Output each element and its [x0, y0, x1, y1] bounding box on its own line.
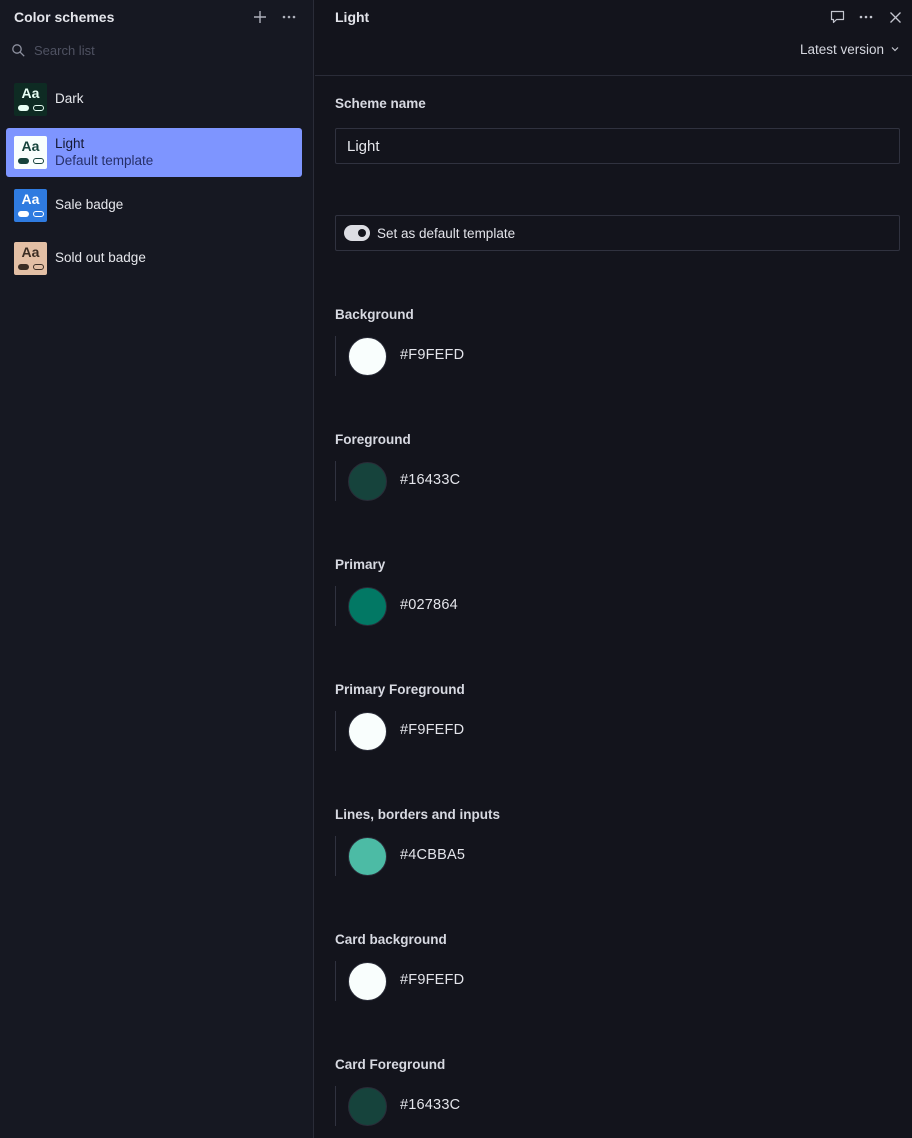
color-hex[interactable]: #16433C [400, 1097, 460, 1113]
color-label-card-background: Card background [335, 932, 447, 947]
scheme-thumbnail: Aa [14, 242, 47, 275]
color-label-background: Background [335, 307, 414, 322]
version-dropdown[interactable]: Latest version [800, 42, 900, 57]
color-field-background: #F9FEFD [335, 336, 635, 376]
scheme-name-label: Scheme name [335, 96, 426, 111]
color-field-primary-foreground: #F9FEFD [335, 711, 635, 751]
color-label-primary: Primary [335, 557, 386, 572]
color-field-foreground: #16433C [335, 461, 635, 501]
color-swatch[interactable] [348, 1087, 387, 1126]
color-label-foreground: Foreground [335, 432, 411, 447]
color-label-primary-foreground: Primary Foreground [335, 682, 465, 697]
sidebar-title: Color schemes [14, 9, 115, 25]
plus-icon[interactable] [249, 6, 271, 28]
search-icon [11, 43, 26, 58]
color-hex[interactable]: #F9FEFD [400, 722, 464, 738]
color-field-primary: #027864 [335, 586, 635, 626]
default-template-label: Set as default template [377, 226, 516, 241]
search-input[interactable] [34, 40, 294, 60]
color-label-card-foreground: Card Foreground [335, 1057, 446, 1072]
color-field-card-foreground: #16433C [335, 1086, 635, 1126]
main-panel: Light Latest version Scheme name Set as … [315, 0, 912, 1138]
version-label: Latest version [799, 42, 884, 57]
color-swatch[interactable] [348, 462, 387, 501]
color-swatch[interactable] [348, 587, 387, 626]
list-item-label: Sale badge [55, 197, 124, 212]
scheme-thumbnail: Aa [14, 136, 47, 169]
color-hex[interactable]: #027864 [400, 597, 458, 613]
color-hex[interactable]: #4CBBA5 [400, 847, 465, 863]
default-template-toggle[interactable] [344, 225, 370, 241]
scheme-name-input[interactable] [335, 128, 900, 164]
list-item-sold-out-badge[interactable]: Aa Sold out badge [6, 234, 302, 283]
color-swatch[interactable] [348, 337, 387, 376]
color-swatch[interactable] [348, 962, 387, 1001]
list-item-label: Light [55, 136, 85, 151]
color-field-card-background: #F9FEFD [335, 961, 635, 1001]
comment-icon[interactable] [826, 6, 848, 28]
color-hex[interactable]: #F9FEFD [400, 972, 464, 988]
list-item-sale-badge[interactable]: Aa Sale badge [6, 181, 302, 230]
sidebar-header: Color schemes [0, 0, 314, 34]
list-item-label: Dark [55, 91, 84, 106]
color-hex[interactable]: #F9FEFD [400, 347, 464, 363]
color-label-lines-borders-inputs: Lines, borders and inputs [335, 807, 501, 822]
scheme-thumbnail: Aa [14, 83, 47, 116]
list-item-light[interactable]: Aa Light Default template [6, 128, 302, 177]
list-item-subtitle: Default template [55, 153, 154, 168]
page-title: Light [335, 9, 370, 25]
close-icon[interactable] [884, 6, 906, 28]
more-horizontal-icon[interactable] [855, 6, 877, 28]
color-field-lines-borders-inputs: #4CBBA5 [335, 836, 635, 876]
main-header: Light Latest version [315, 0, 912, 76]
search-row [0, 36, 314, 64]
chevron-down-icon [890, 42, 900, 57]
color-swatch[interactable] [348, 712, 387, 751]
color-hex[interactable]: #16433C [400, 472, 460, 488]
list-item-dark[interactable]: Aa Dark [6, 75, 302, 124]
scheme-list: Aa Dark Aa Light Default template Aa Sal… [6, 75, 302, 287]
default-template-setting: Set as default template [335, 215, 900, 251]
list-item-label: Sold out badge [55, 250, 146, 265]
color-swatch[interactable] [348, 837, 387, 876]
more-horizontal-icon[interactable] [278, 6, 300, 28]
sidebar: Color schemes Aa Dark Aa [0, 0, 314, 1138]
scheme-thumbnail: Aa [14, 189, 47, 222]
